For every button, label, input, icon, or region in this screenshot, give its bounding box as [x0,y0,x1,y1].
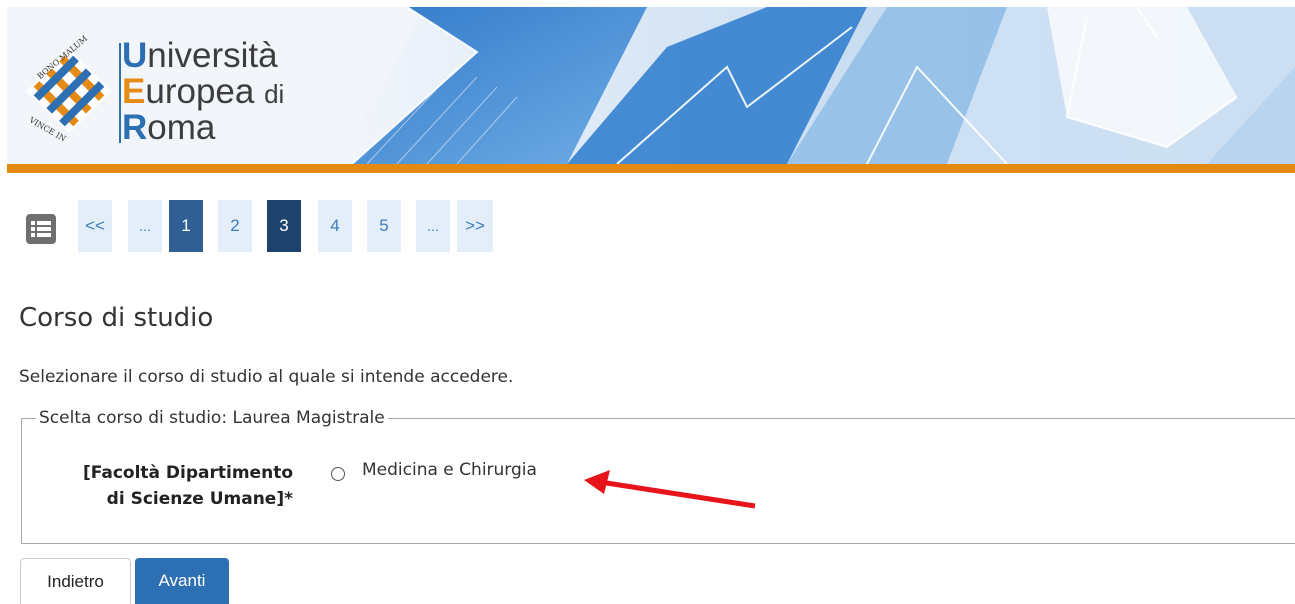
faculty-field-label: [Facoltà Dipartimento di Scienze Umane]* [20,460,293,512]
faculty-label-line1: [Facoltà Dipartimento [82,463,293,483]
pager-last-button[interactable]: >> [457,200,493,252]
logo-text-line2: Europea di [122,72,285,111]
page-title: Corso di studio [19,303,214,333]
header-orange-bar [7,164,1295,173]
pager-ellipsis-left[interactable]: ... [128,200,162,252]
fieldset-legend: Scelta corso di studio: Laurea Magistral… [36,408,388,428]
pager-first-button[interactable]: << [78,200,112,252]
page-intro-text: Selezionare il corso di studio al quale … [19,367,514,387]
medicina-radio-button[interactable] [331,467,345,481]
logo-divider [119,43,121,143]
logo-text-line1: Università [122,36,278,75]
list-icon[interactable] [26,214,56,244]
next-button[interactable]: Avanti [135,558,229,604]
logo-text-line3: Roma [122,108,216,147]
pager-page-1[interactable]: 1 [169,200,203,252]
red-arrow-annotation [584,470,756,509]
medicina-radio-label[interactable]: Medicina e Chirurgia [362,460,537,480]
faculty-label-line2: di Scienze Umane]* [106,489,293,509]
pager-page-5[interactable]: 5 [367,200,401,252]
pager-page-3[interactable]: 3 [267,200,301,252]
pager-ellipsis-right[interactable]: ... [416,200,450,252]
pager-page-4[interactable]: 4 [318,200,352,252]
university-seal-logo: BONO MALUM VINCE IN [26,34,112,144]
pager-page-2[interactable]: 2 [218,200,252,252]
back-button[interactable]: Indietro [20,558,131,604]
